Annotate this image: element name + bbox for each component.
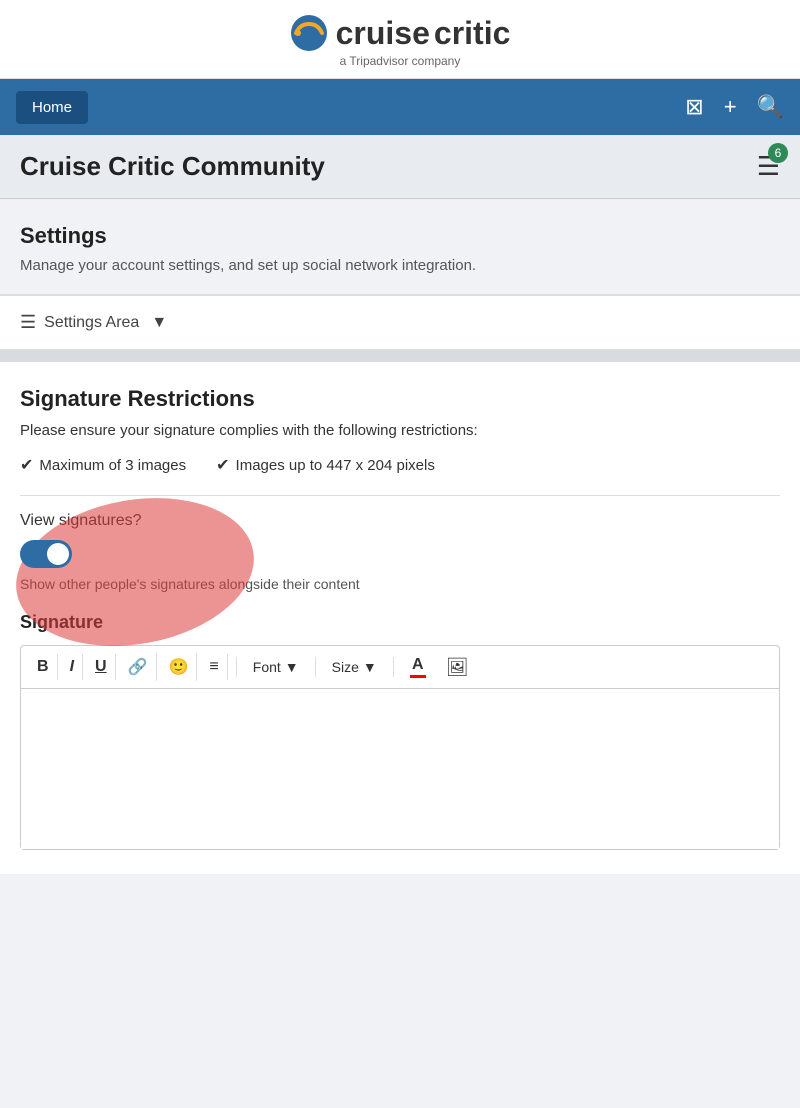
restrictions-list: ✔ Maximum of 3 images ✔ Images up to 447… (20, 455, 780, 475)
signature-section: Signature B I U 🔗 🙂 ≡ Font ▼ Size ▼ (20, 612, 780, 850)
checkmark-icon-1: ✔ (20, 455, 33, 475)
font-color-button[interactable]: A (402, 652, 434, 682)
menu-lines-icon: ☰ (20, 312, 36, 333)
logo-icon (290, 14, 328, 52)
community-header: Cruise Critic Community ☰ 6 (0, 135, 800, 199)
logo-part1: cruise (336, 15, 430, 52)
chevron-down-icon: ▼ (151, 314, 167, 332)
add-icon[interactable]: + (724, 94, 737, 120)
signature-label: Signature (20, 612, 780, 633)
toggle-knob (47, 543, 69, 565)
settings-description: Manage your account settings, and set up… (20, 257, 780, 274)
toolbar-separator-1 (236, 657, 237, 677)
size-dropdown-arrow: ▼ (363, 659, 377, 675)
tripadvisor-label: a Tripadvisor company (340, 54, 461, 68)
font-dropdown[interactable]: Font ▼ (245, 655, 307, 679)
logo-part2: critic (434, 15, 510, 52)
editor-body[interactable] (21, 689, 779, 849)
link-button[interactable]: 🔗 (120, 653, 157, 681)
sig-restrictions-title: Signature Restrictions (20, 386, 780, 412)
community-title: Cruise Critic Community (20, 151, 325, 182)
hamburger-container: ☰ 6 (757, 151, 780, 182)
settings-section: Settings Manage your account settings, a… (0, 199, 800, 295)
list-button[interactable]: ≡ (201, 654, 227, 680)
restriction-item-1: ✔ Maximum of 3 images (20, 455, 186, 475)
search-icon[interactable]: 🔍 (757, 94, 784, 120)
color-bar (410, 675, 426, 678)
settings-title: Settings (20, 223, 780, 249)
restriction-text-2: Images up to 447 x 204 pixels (236, 457, 435, 474)
settings-area-label: Settings Area (44, 314, 139, 332)
checkmark-icon-2: ✔ (216, 455, 229, 475)
toolbar-separator-3 (393, 657, 394, 677)
sig-restrictions-description: Please ensure your signature complies wi… (20, 422, 780, 439)
view-signatures-section: View signatures? Show other people's sig… (20, 512, 780, 592)
settings-area-bar: ☰ Settings Area ▼ (0, 295, 800, 350)
logo: cruisecritic (290, 14, 511, 52)
toggle-container (20, 540, 780, 568)
view-signatures-toggle[interactable] (20, 540, 72, 568)
site-header: cruisecritic a Tripadvisor company (0, 0, 800, 79)
view-signatures-label: View signatures? (20, 512, 780, 530)
editor-toolbar: B I U 🔗 🙂 ≡ Font ▼ Size ▼ A (21, 646, 779, 689)
italic-button[interactable]: I (62, 654, 83, 680)
toolbar-separator-2 (315, 657, 316, 677)
settings-area-button[interactable]: ☰ Settings Area ▼ (20, 312, 167, 333)
color-a-label: A (412, 656, 424, 674)
section-divider (0, 350, 800, 362)
main-content: Signature Restrictions Please ensure you… (0, 362, 800, 874)
underline-button[interactable]: U (87, 654, 116, 680)
divider-line (20, 495, 780, 496)
nav-icons: ⊠ + 🔍 (685, 94, 784, 120)
nav-bar: Home ⊠ + 🔍 (0, 79, 800, 135)
view-signatures-help: Show other people's signatures alongside… (20, 576, 780, 592)
editor-container: B I U 🔗 🙂 ≡ Font ▼ Size ▼ A (20, 645, 780, 850)
size-dropdown[interactable]: Size ▼ (324, 655, 385, 679)
restriction-text-1: Maximum of 3 images (39, 457, 186, 474)
home-button[interactable]: Home (16, 91, 88, 124)
newspaper-icon[interactable]: ⊠ (685, 94, 703, 120)
font-label: Font (253, 659, 281, 675)
logo-container: cruisecritic a Tripadvisor company (290, 14, 511, 68)
size-label: Size (332, 659, 359, 675)
font-dropdown-arrow: ▼ (285, 659, 299, 675)
bold-button[interactable]: B (29, 654, 58, 680)
image-insert-button[interactable]: 🖼 (438, 653, 477, 682)
restriction-item-2: ✔ Images up to 447 x 204 pixels (216, 455, 435, 475)
notification-badge: 6 (768, 143, 788, 163)
emoji-button[interactable]: 🙂 (161, 653, 198, 681)
